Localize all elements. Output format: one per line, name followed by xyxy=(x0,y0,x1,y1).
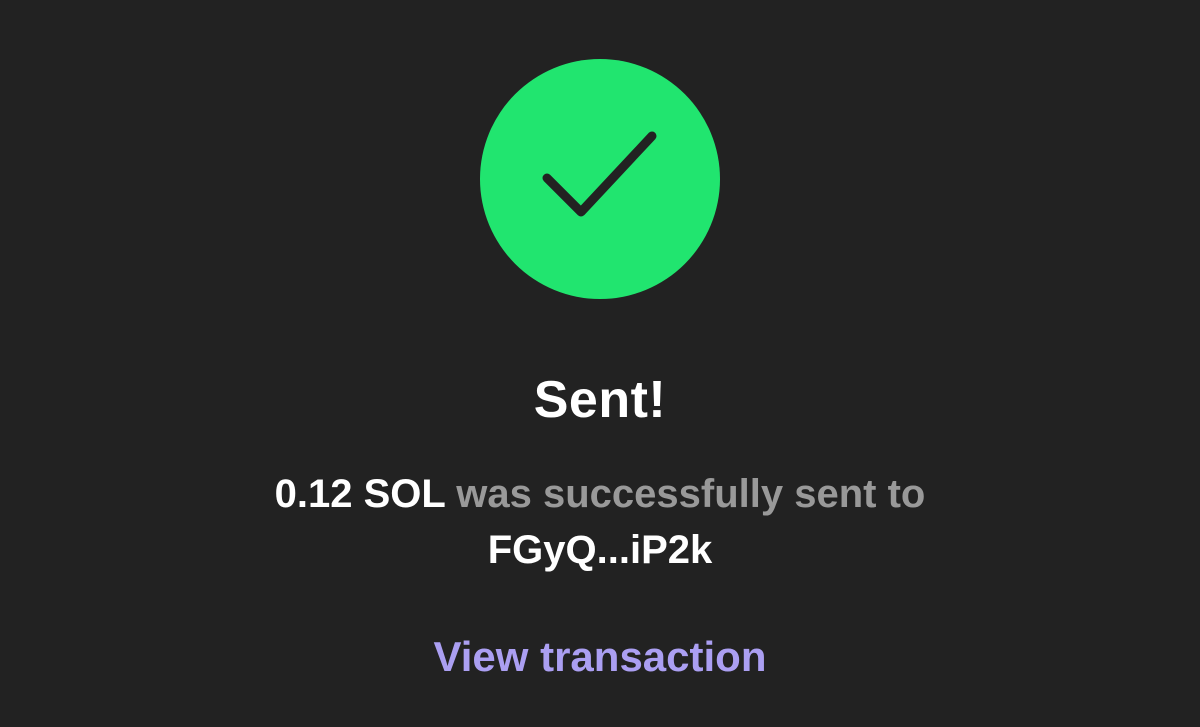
checkmark-icon xyxy=(542,131,657,217)
recipient-address: FGyQ...iP2k xyxy=(487,528,713,572)
sent-amount: 0.12 SOL xyxy=(274,472,446,516)
success-message: 0.12 SOL was successfully sent to FGyQ..… xyxy=(0,466,1200,578)
success-badge xyxy=(480,59,720,299)
success-message-text: was successfully sent to xyxy=(456,472,926,516)
send-success-screen: Sent! 0.12 SOL was successfully sent to … xyxy=(0,0,1200,727)
success-title: Sent! xyxy=(533,371,667,429)
view-transaction-link[interactable]: View transaction xyxy=(0,628,1200,686)
